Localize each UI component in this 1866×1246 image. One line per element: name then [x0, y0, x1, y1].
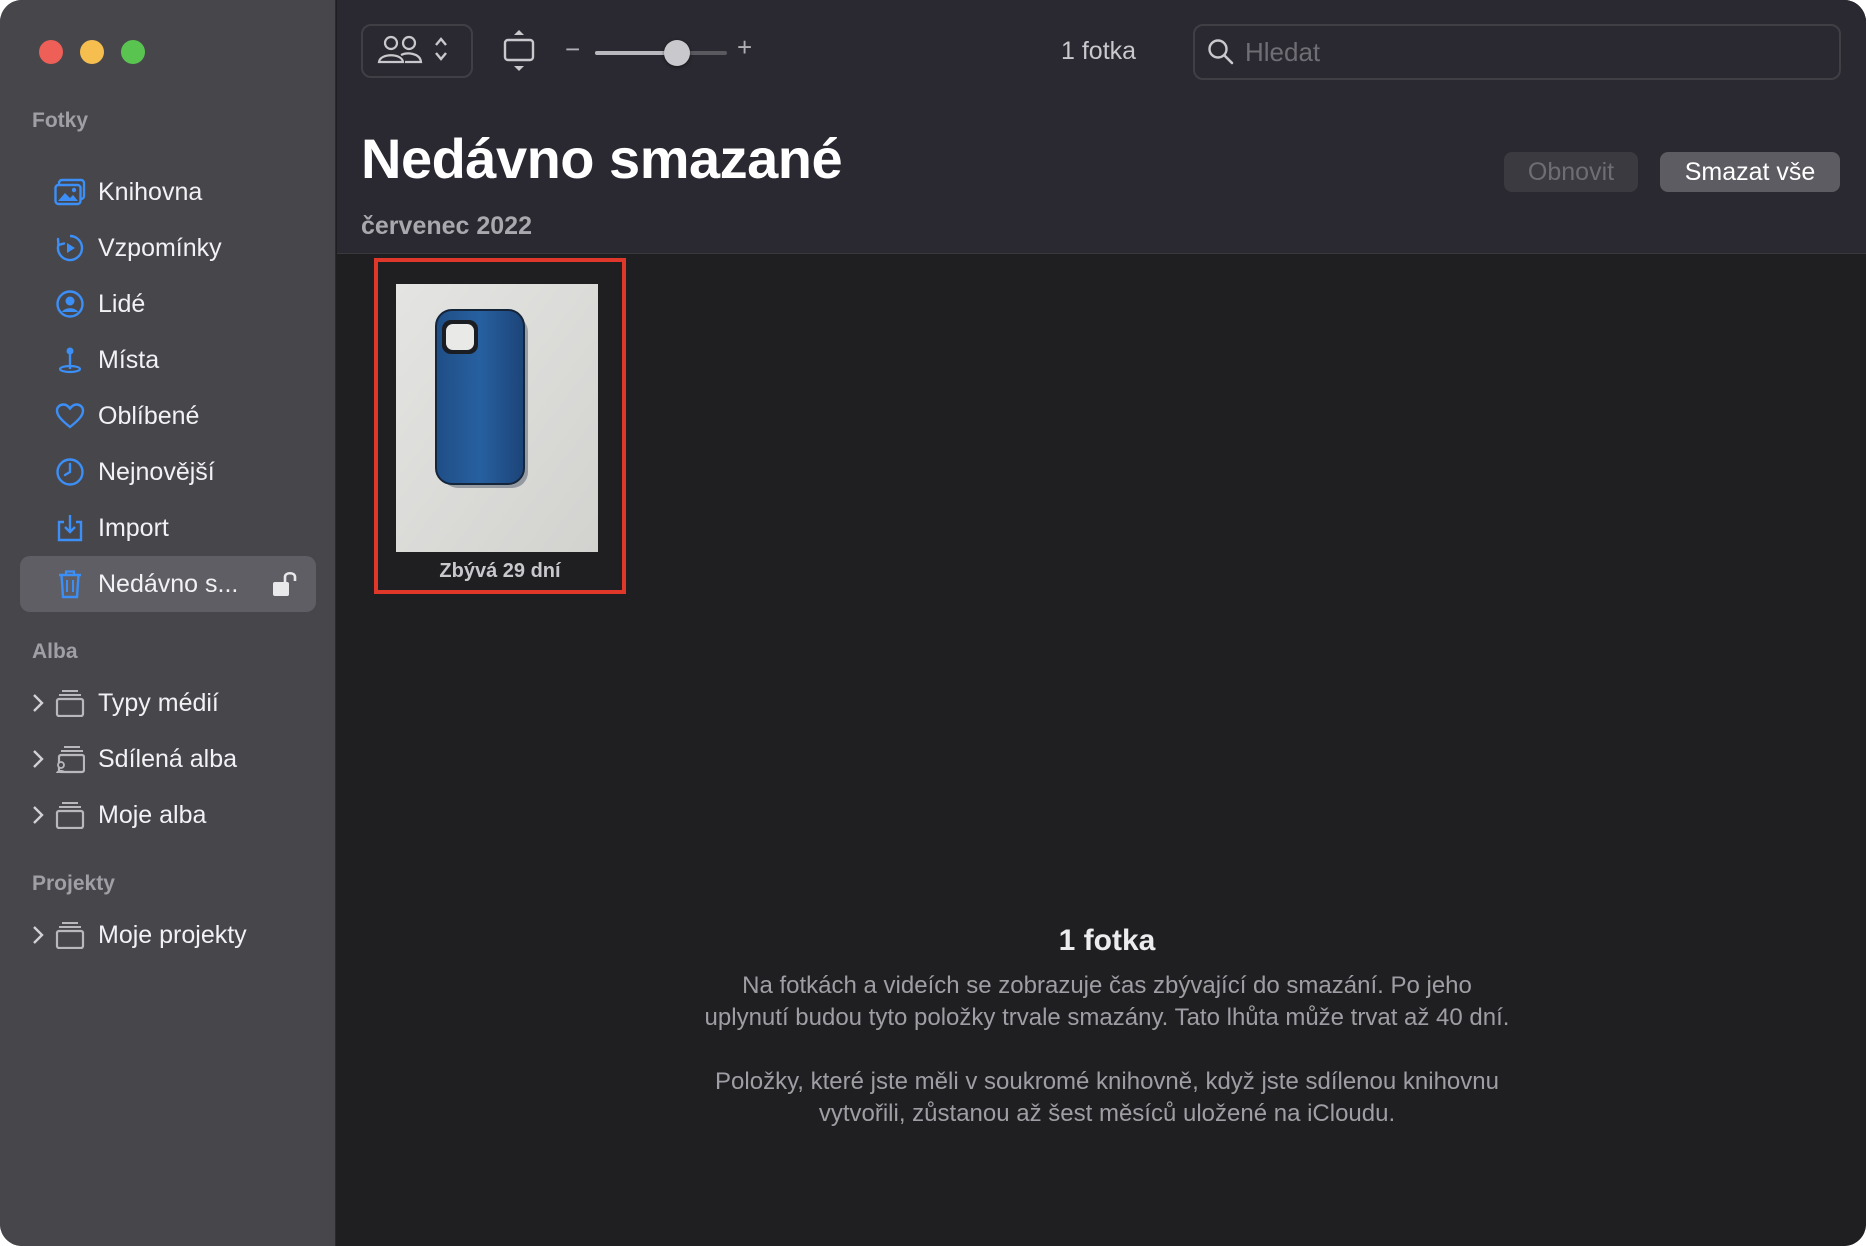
zoom-slider-knob[interactable] [663, 40, 690, 66]
stack-icon [54, 919, 86, 951]
restore-button[interactable]: Obnovit [1504, 152, 1638, 192]
photo-thumbnail[interactable] [396, 284, 598, 552]
sidebar: Fotky Knihovna Vzpomínky Lidé Místa Oblí… [0, 0, 336, 1246]
sidebar-item-label: Místa [98, 345, 160, 374]
page-title: Nedávno smazané [361, 127, 843, 190]
clock-icon [54, 456, 86, 488]
sidebar-item-places[interactable]: Místa [20, 332, 316, 388]
sidebar-section-photos: Fotky [32, 109, 89, 132]
sidebar-item-label: Nedávno s... [98, 569, 239, 598]
stack-icon [54, 799, 86, 831]
sidebar-item-label: Sdílená alba [98, 744, 238, 773]
sidebar-item-media-types[interactable]: Typy médií [20, 675, 316, 731]
sidebar-item-label: Moje alba [98, 800, 207, 829]
zoom-window-button[interactable] [121, 40, 145, 64]
photo-count: 1 fotka [1061, 37, 1137, 65]
window-controls [39, 40, 145, 64]
sidebar-item-import[interactable]: Import [20, 500, 316, 556]
main-content: − + 1 fotka Nedávno smazané Obnovit Smaz… [337, 0, 1866, 1246]
sidebar-item-label: Oblíbené [98, 401, 200, 430]
sidebar-item-recents[interactable]: Nejnovější [20, 444, 316, 500]
zoom-slider[interactable] [595, 40, 727, 66]
search-input[interactable] [1245, 36, 1805, 68]
trash-icon [54, 568, 86, 600]
sidebar-item-label: Knihovna [98, 177, 203, 206]
search-field[interactable] [1193, 24, 1841, 80]
sidebar-section-albums: Alba [32, 640, 78, 663]
info-title: 1 fotka [1058, 924, 1156, 957]
chevron-right-icon[interactable] [30, 804, 46, 826]
info-paragraph-deletion: Na fotkách a videích se zobrazuje čas zb… [704, 972, 1510, 1031]
chevron-right-icon[interactable] [30, 924, 46, 946]
people-filter-button[interactable] [361, 24, 473, 78]
sidebar-item-label: Moje projekty [98, 920, 247, 949]
places-icon [54, 344, 86, 376]
people-icon [54, 288, 86, 320]
zoom-in-icon[interactable]: + [737, 32, 752, 63]
minimize-window-button[interactable] [80, 40, 104, 64]
chevron-right-icon[interactable] [30, 692, 46, 714]
sidebar-item-label: Lidé [98, 289, 146, 318]
info-paragraph-shared-library: Položky, které jste měli v soukromé knih… [715, 1068, 1499, 1127]
photo-item[interactable]: Zbývá 29 dní [374, 258, 626, 594]
search-icon [1207, 38, 1235, 66]
sidebar-item-favorites[interactable]: Oblíbené [20, 388, 316, 444]
shared-stack-icon [54, 743, 86, 775]
photos-window: Fotky Knihovna Vzpomínky Lidé Místa Oblí… [0, 0, 1866, 1246]
sidebar-item-library[interactable]: Knihovna [20, 164, 316, 220]
sidebar-item-label: Vzpomínky [98, 233, 222, 262]
stack-icon [54, 687, 86, 719]
close-window-button[interactable] [39, 40, 63, 64]
sidebar-item-label: Typy médií [98, 688, 219, 717]
sidebar-item-my-albums[interactable]: Moje alba [20, 787, 316, 843]
zoom-out-icon[interactable]: − [565, 34, 580, 65]
sidebar-item-people[interactable]: Lidé [20, 276, 316, 332]
days-remaining-label: Zbývá 29 dní [439, 560, 561, 582]
library-icon [54, 176, 86, 208]
delete-all-button[interactable]: Smazat vše [1660, 152, 1840, 192]
sidebar-item-shared-albums[interactable]: Sdílená alba [20, 731, 316, 787]
heart-icon [54, 400, 86, 432]
aspect-fit-icon[interactable] [500, 28, 538, 74]
sidebar-item-label: Nejnovější [98, 457, 215, 486]
toolbar: − + 1 fotka Nedávno smazané Obnovit Smaz… [337, 0, 1866, 254]
unlocked-icon[interactable] [270, 569, 300, 599]
sidebar-section-projects: Projekty [32, 872, 115, 895]
date-section-header: červenec 2022 [361, 212, 532, 240]
sidebar-item-memories[interactable]: Vzpomínky [20, 220, 316, 276]
sidebar-item-label: Import [98, 513, 169, 542]
info-panel: 1 fotka Na fotkách a videích se zobrazuj… [697, 924, 1517, 1162]
chevron-right-icon[interactable] [30, 748, 46, 770]
memories-icon [54, 232, 86, 264]
import-icon [54, 512, 86, 544]
sidebar-item-recently-deleted[interactable]: Nedávno s... [20, 556, 316, 612]
sidebar-item-my-projects[interactable]: Moje projekty [20, 907, 316, 963]
people-icon [377, 33, 423, 70]
chevron-up-down-icon [433, 34, 449, 69]
